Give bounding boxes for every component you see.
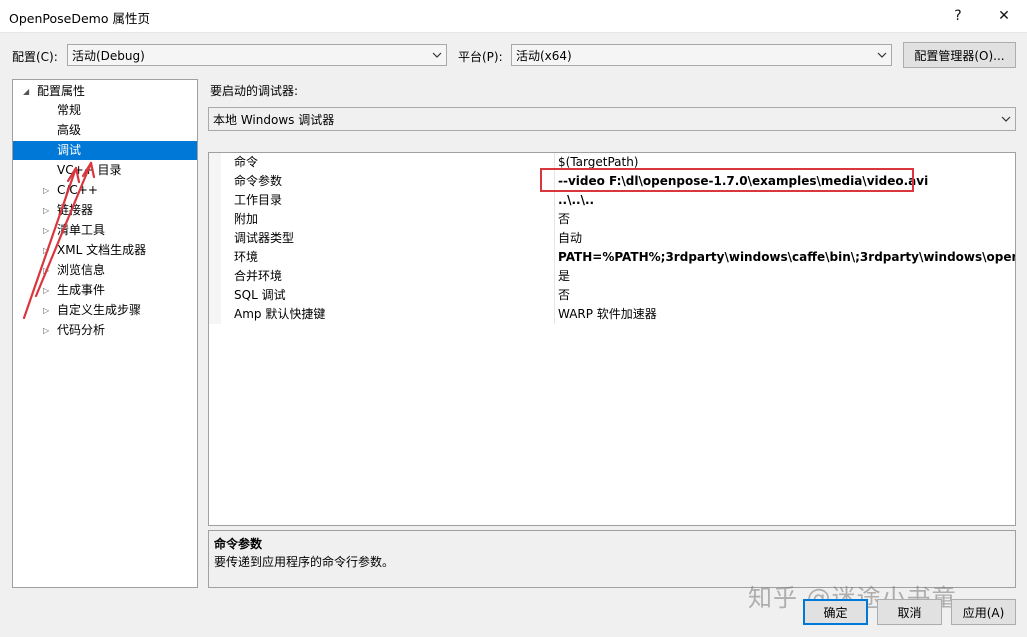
cancel-button[interactable]: 取消: [877, 599, 942, 625]
apply-button[interactable]: 应用(A): [951, 599, 1016, 625]
ok-button[interactable]: 确定: [803, 599, 868, 625]
description-text: 要传递到应用程序的命令行参数。: [214, 555, 395, 569]
annotation-arrow-2: [34, 161, 96, 298]
description-title: 命令参数: [214, 537, 263, 551]
annotation-arrow-1: [22, 166, 81, 320]
